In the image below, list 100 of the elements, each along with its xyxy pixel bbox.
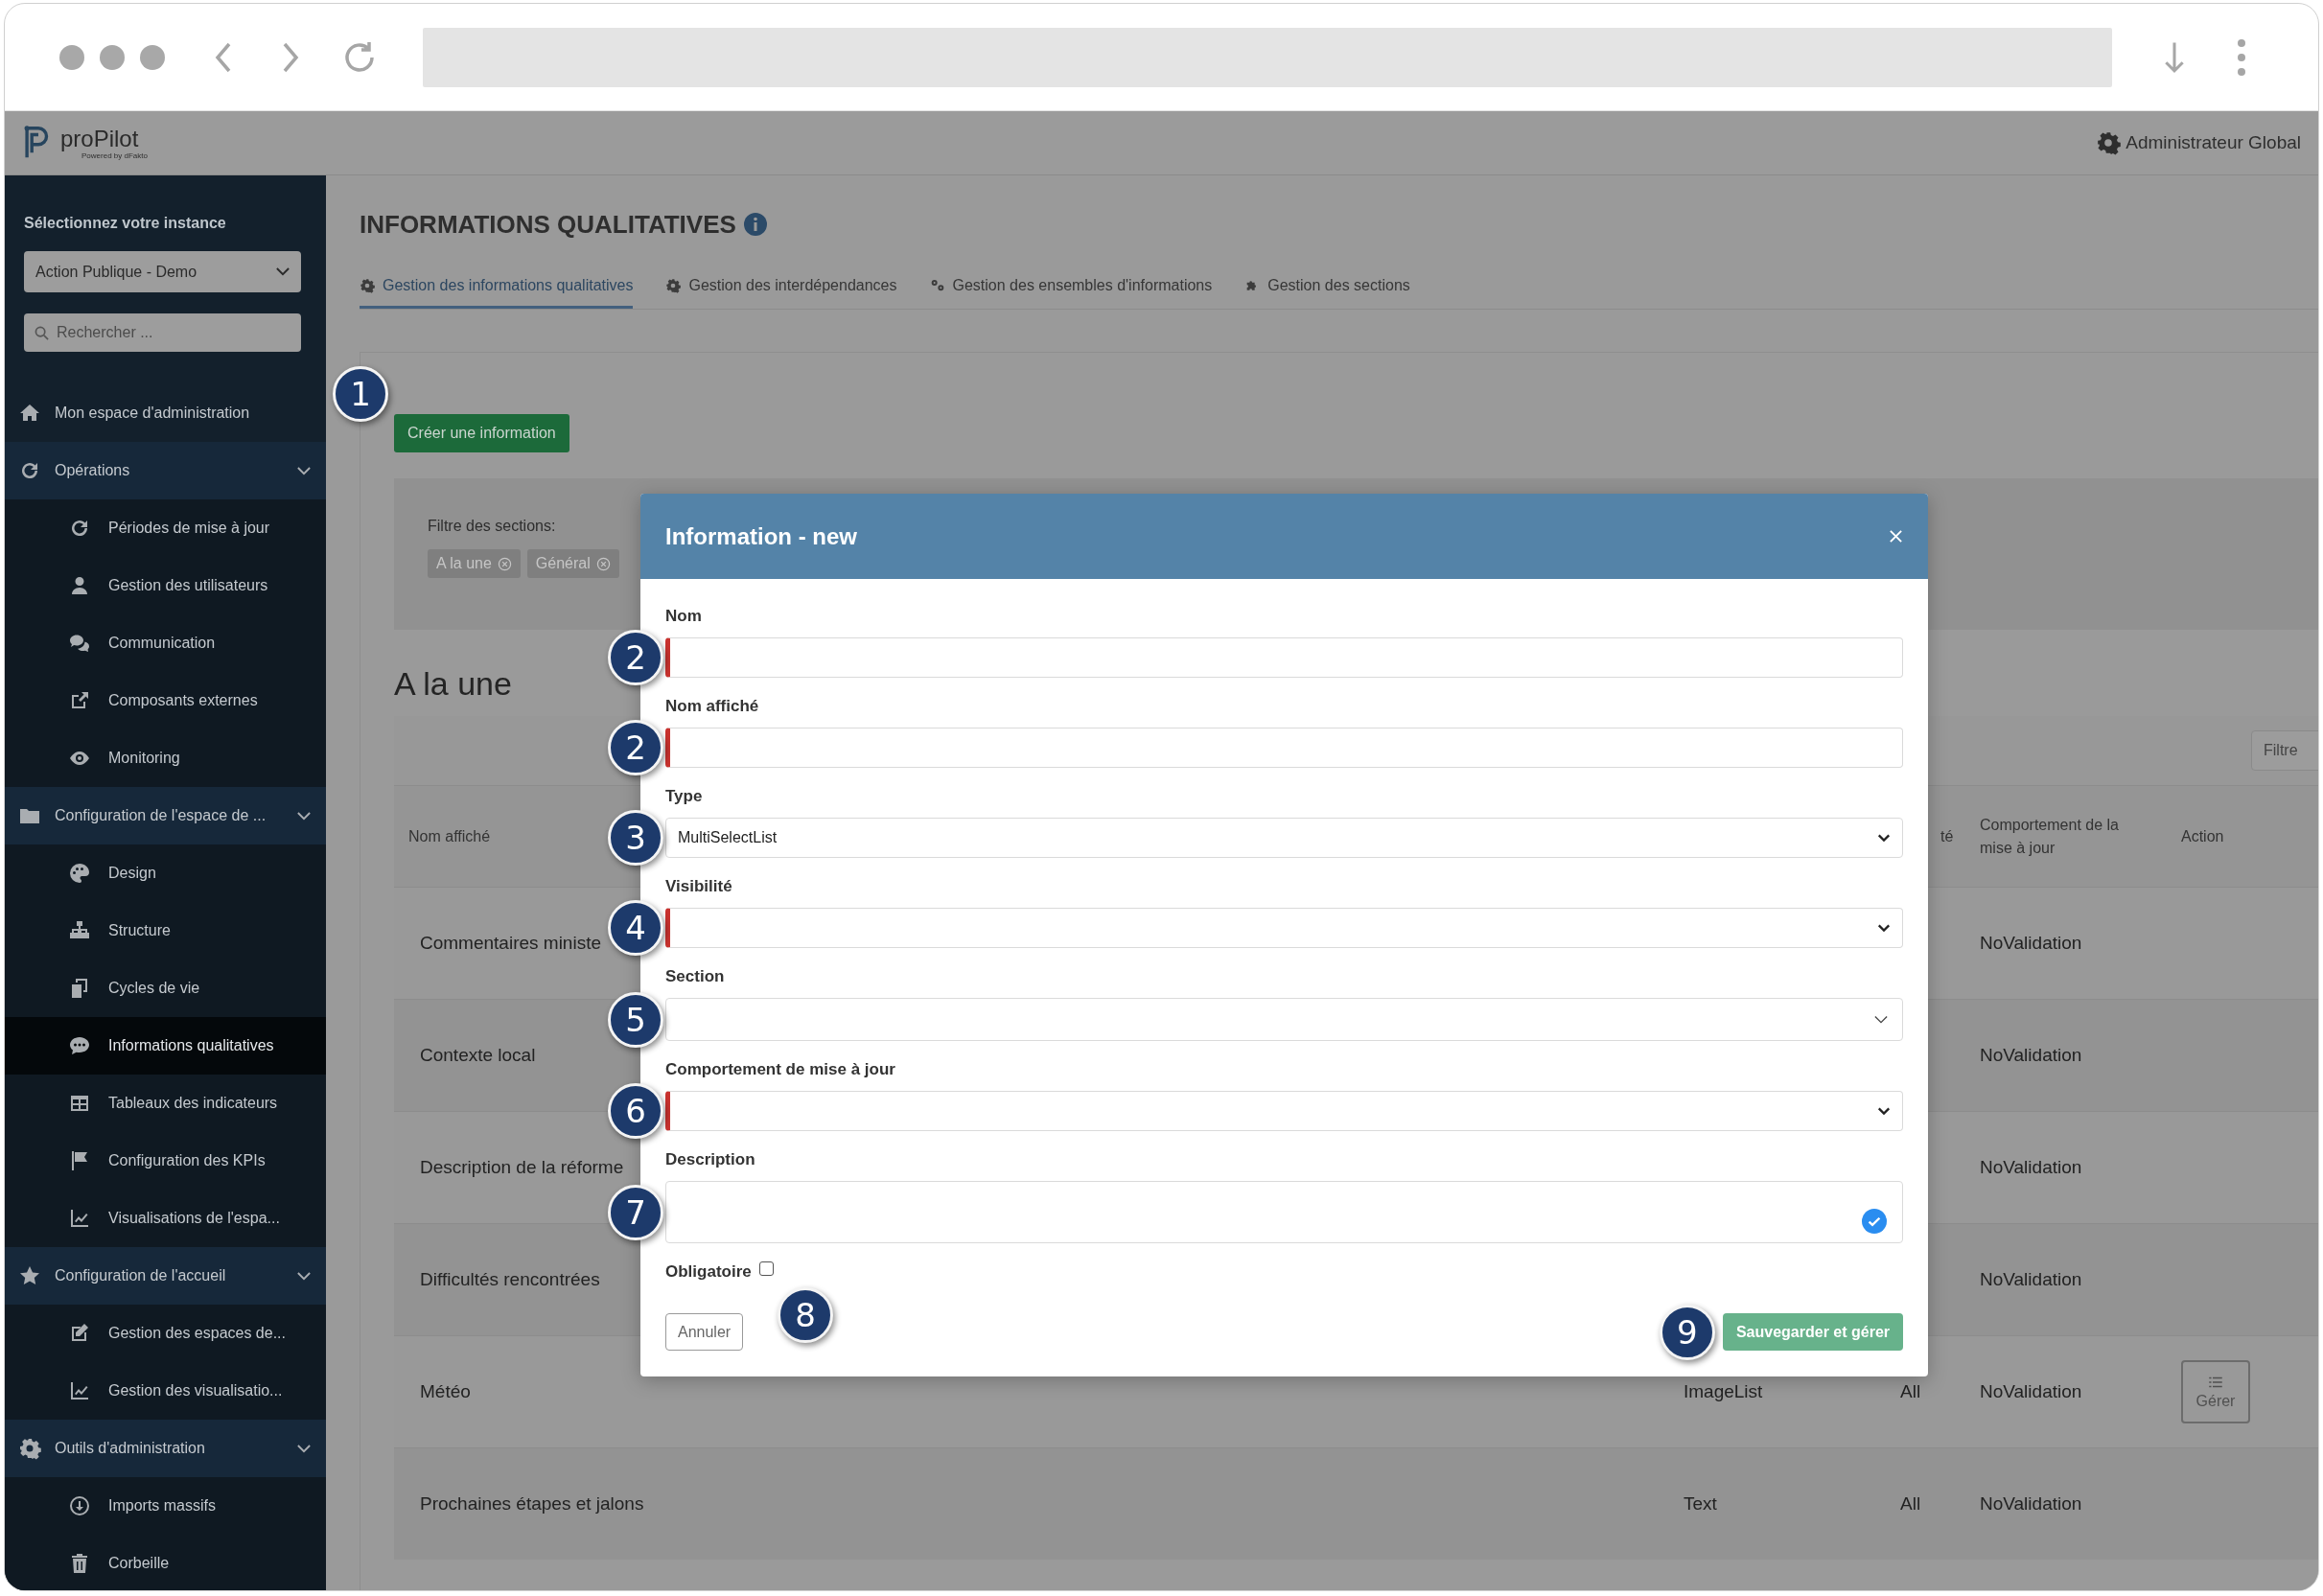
instance-label: Sélectionnez votre instance [24,214,227,233]
table-cell: NoValidation [1980,1380,2082,1403]
select-field[interactable]: MultiSelectList [665,818,1903,858]
nav-subitem[interactable]: Communication [5,614,326,672]
remove-icon[interactable] [595,556,611,571]
table-cell: Météo [420,1381,471,1402]
input-field[interactable] [665,637,1903,678]
checkbox-label: Obligatoire [665,1261,752,1283]
field-label: Type [665,786,704,807]
step-marker: 1 [333,366,388,422]
check-circle-icon [1862,1209,1887,1234]
tab[interactable]: Gestion des informations qualitatives [360,275,634,309]
column-header: té [1940,827,1954,845]
field-label: Visibilité [665,876,733,897]
nav-item[interactable]: Configuration de l'espace de ... [5,787,326,844]
nav-item[interactable]: Opérations [5,442,326,499]
forward-icon[interactable] [281,41,300,73]
caret-icon [1877,923,1891,933]
tab[interactable]: Gestion des sections [1244,275,1410,309]
step-marker: 5 [608,992,663,1048]
dialog-title: Information - new [665,522,857,550]
field-label: Comportement de mise à jour [665,1059,896,1080]
nav-subitem[interactable]: Gestion des espaces de... [5,1305,326,1362]
table-cell: NoValidation [1980,932,2082,955]
nav-subitem[interactable]: Périodes de mise à jour [5,499,326,557]
menu-icon[interactable] [2237,37,2246,77]
field-label: Section [665,966,726,987]
nav-item[interactable]: Configuration de l'accueil [5,1247,326,1305]
gear-icon [665,278,682,293]
step-marker: 6 [608,1083,663,1139]
select-field[interactable] [665,998,1903,1041]
field-label: Description [665,1149,756,1170]
checkbox[interactable] [758,1261,774,1276]
logo-subtext: Powered by dFakto [81,150,148,160]
close-icon[interactable] [1889,529,1903,544]
nav-subitem[interactable]: Design [5,844,326,902]
nav-subitem[interactable]: Tableaux des indicateurs [5,1075,326,1132]
table-cell: NoValidation [1980,1268,2082,1291]
chevron-down-icon [276,267,290,276]
instance-select[interactable]: Action Publique - Demo [24,251,301,292]
step-marker: 3 [608,810,663,866]
tab[interactable]: Gestion des ensembles d'informations [929,275,1213,309]
column-header: Action [2181,827,2224,845]
table-cell: Contexte local [420,1045,536,1066]
select-field[interactable] [665,1091,1903,1131]
nav-subitem[interactable]: Gestion des utilisateurs [5,557,326,614]
table-cell: NoValidation [1980,1492,2082,1515]
palette-icon [68,862,91,885]
caret-icon [1877,1106,1891,1116]
step-marker: 2 [608,720,663,775]
search-icon [35,326,49,340]
create-button[interactable]: Créer une information [394,414,569,452]
nav-item[interactable]: Outils d'administration [5,1420,326,1477]
field-label: Nom affiché [665,696,760,717]
logo-text: proPilot [60,126,140,151]
nav-subitem[interactable]: Informations qualitatives [5,1017,326,1075]
table-cell: Prochaines étapes et jalons [420,1493,644,1515]
page-title: INFORMATIONS QUALITATIVES [360,210,736,239]
step-marker: 7 [608,1185,663,1240]
gear-icon[interactable] [2096,130,2122,155]
table-cell: All [1900,1381,1921,1402]
remove-icon[interactable] [497,556,512,571]
info-icon[interactable] [743,213,767,236]
cancel-button[interactable]: Annuler [665,1313,744,1351]
gear-icon [18,1437,41,1460]
nav-subitem[interactable]: Corbeille [5,1535,326,1590]
table-cell: ImageList [1684,1381,1763,1402]
step-marker: 2 [608,630,663,685]
nav-subitem[interactable]: Composants externes [5,672,326,729]
back-icon[interactable] [214,41,233,73]
step-marker: 8 [778,1287,833,1343]
user-role-link[interactable]: Administrateur Global [2126,132,2301,153]
chevron-down-icon [1874,1014,1888,1025]
nav-subitem[interactable]: Gestion des visualisatio... [5,1362,326,1420]
nav-subitem[interactable]: Configuration des KPIs [5,1132,326,1190]
table-cell: Description de la réforme [420,1157,624,1178]
table-cell: NoValidation [1980,1044,2082,1067]
star-icon [18,1264,41,1287]
step-marker: 9 [1659,1305,1715,1360]
nav-subitem[interactable]: Imports massifs [5,1477,326,1535]
column-header: Nom affiché [408,827,491,845]
speech-bubble-icon [68,1034,91,1057]
text-area[interactable] [665,1181,1903,1243]
nav-subitem[interactable]: Structure [5,902,326,960]
nav-subitem[interactable]: Visualisations de l'espa... [5,1190,326,1247]
table-cell: Difficultés rencontrées [420,1269,600,1290]
nav-subitem[interactable]: Cycles de vie [5,960,326,1017]
input-field[interactable] [665,728,1903,768]
chart-icon [68,1207,91,1230]
search-field[interactable]: Rechercher ... [24,313,301,352]
select-field[interactable] [665,908,1903,948]
table-cell: All [1900,1493,1921,1515]
nav-subitem[interactable]: Monitoring [5,729,326,787]
caret-icon [1877,833,1891,843]
table-cell: NoValidation [1980,1156,2082,1179]
table-cell: Text [1684,1493,1717,1515]
filter-field[interactable]: Filtre [2251,730,2318,771]
tab[interactable]: Gestion des interdépendances [665,275,897,309]
column-header: Comportement de la mise à jour [1980,815,2120,858]
gear-icon [360,278,375,293]
